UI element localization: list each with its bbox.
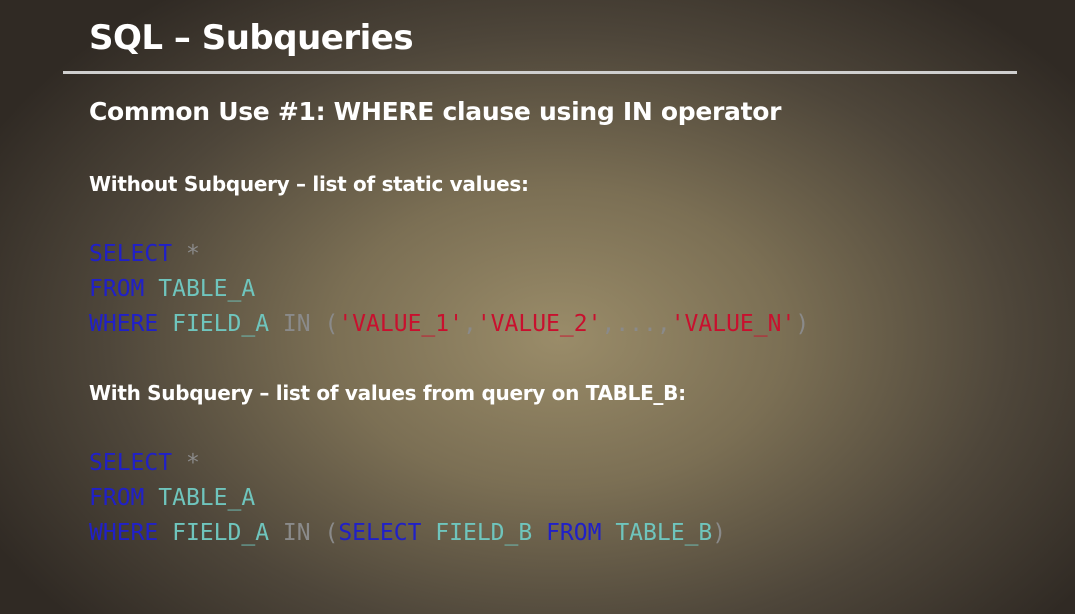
code-line-from: FROM TABLE_A [89, 272, 809, 307]
sql-subquery-from: FROM [546, 520, 602, 546]
sql-subquery-table: TABLE_B [615, 520, 713, 546]
sql-field: FIELD_A [172, 311, 270, 337]
sql-string-value-1: 'VALUE_1' [338, 311, 463, 337]
sql-open-paren: ( [324, 311, 339, 337]
sql-keyword: FROM [89, 485, 145, 511]
code-line-where: WHERE FIELD_A IN (SELECT FIELD_B FROM TA… [89, 516, 726, 551]
sql-keyword: SELECT [89, 241, 173, 267]
sql-close-paren: ) [795, 311, 810, 337]
sql-comma: , [462, 311, 477, 337]
sql-table: TABLE_A [158, 485, 256, 511]
sql-string-value-2: 'VALUE_2' [476, 311, 602, 337]
code-line-where: WHERE FIELD_A IN ('VALUE_1','VALUE_2',..… [89, 307, 809, 342]
sql-in-operator: IN [282, 520, 311, 546]
sql-field: FIELD_A [172, 520, 270, 546]
sql-keyword: SELECT [89, 450, 173, 476]
sql-keyword: WHERE [89, 520, 159, 546]
code-block-without-subquery: SELECT * FROM TABLE_A WHERE FIELD_A IN (… [89, 237, 809, 342]
sql-ellipsis: ,..., [601, 311, 671, 337]
code-line-from: FROM TABLE_A [89, 481, 726, 516]
sql-star: * [185, 241, 200, 267]
code-line-select: SELECT * [89, 237, 809, 272]
sql-string-value-n: 'VALUE_N' [670, 311, 796, 337]
section-label-with-subquery: With Subquery – list of values from quer… [89, 381, 686, 405]
sql-table: TABLE_A [158, 276, 256, 302]
sql-open-paren: ( [324, 520, 339, 546]
sql-star: * [185, 450, 200, 476]
sql-close-paren: ) [712, 520, 727, 546]
slide: SQL – Subqueries Common Use #1: WHERE cl… [0, 0, 1075, 614]
code-line-select: SELECT * [89, 446, 726, 481]
section-label-without-subquery: Without Subquery – list of static values… [89, 172, 529, 196]
sql-in-operator: IN [282, 311, 311, 337]
sql-keyword: WHERE [89, 311, 159, 337]
title-divider [63, 71, 1017, 74]
slide-title: SQL – Subqueries [89, 18, 414, 58]
code-block-with-subquery: SELECT * FROM TABLE_A WHERE FIELD_A IN (… [89, 446, 726, 551]
sql-subquery-select: SELECT [338, 520, 422, 546]
sql-keyword: FROM [89, 276, 145, 302]
sql-subquery-field: FIELD_B [435, 520, 533, 546]
slide-subtitle: Common Use #1: WHERE clause using IN ope… [89, 97, 782, 126]
